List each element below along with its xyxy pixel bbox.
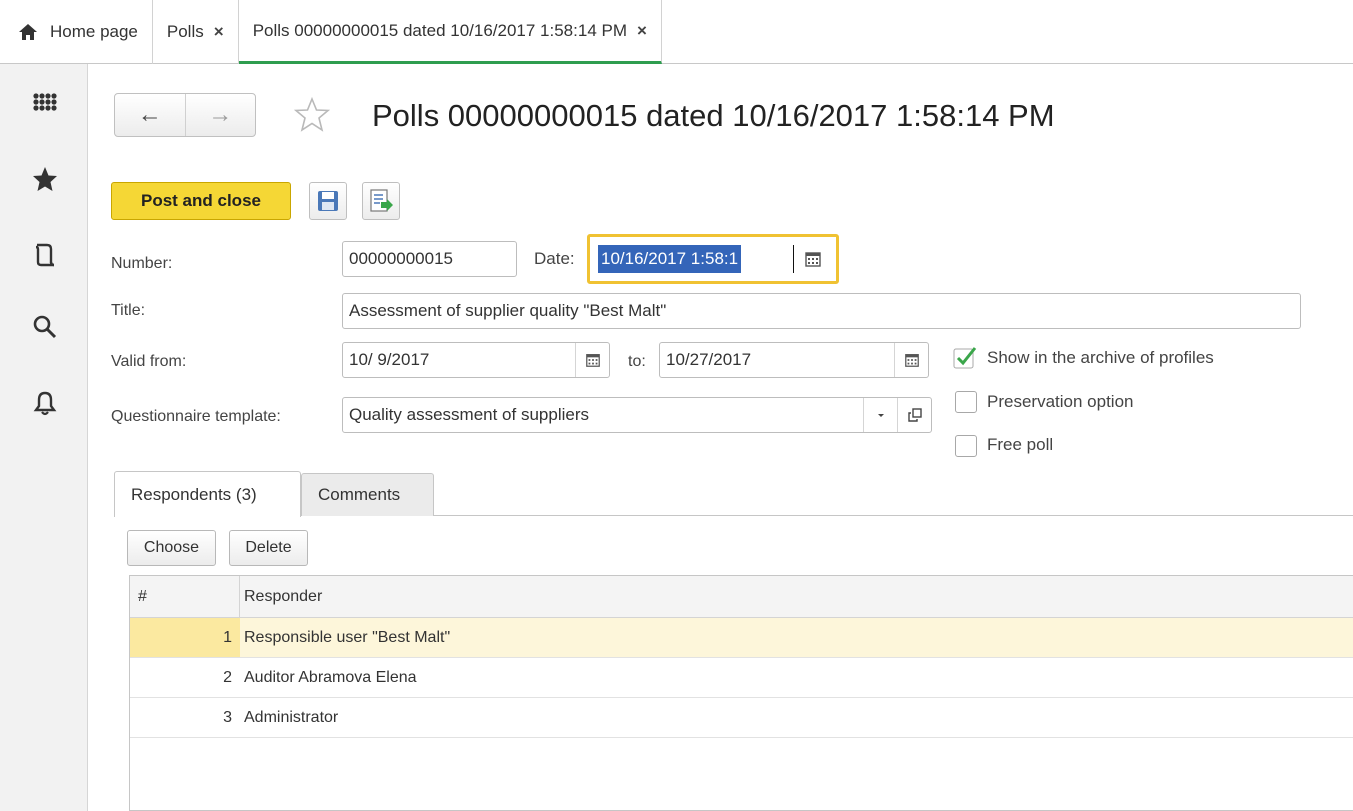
number-field[interactable]: 00000000015 xyxy=(342,241,517,277)
back-button[interactable]: ← xyxy=(115,94,185,136)
tab-home-label: Home page xyxy=(50,22,138,41)
template-open-button[interactable] xyxy=(897,398,931,432)
to-label: to: xyxy=(628,353,646,370)
document-form: ← → Polls 00000000015 dated 10/16/2017 1… xyxy=(89,65,1353,811)
tab-polls-close-icon[interactable]: × xyxy=(214,22,224,42)
row-number: 1 xyxy=(130,618,240,657)
forward-button[interactable]: → xyxy=(184,94,256,136)
free-poll-label[interactable]: Free poll xyxy=(987,435,1053,455)
tab-polls-label: Polls xyxy=(166,22,204,41)
calendar-icon xyxy=(585,354,600,367)
tab-respondents[interactable]: Respondents (3) xyxy=(114,471,301,517)
show-in-archive-checkbox[interactable] xyxy=(953,346,977,369)
apps-grid-icon[interactable] xyxy=(32,92,58,118)
row-responder: Auditor Abramova Elena xyxy=(244,668,417,686)
tab-home-page[interactable]: Home page xyxy=(0,0,153,64)
row-number: 3 xyxy=(223,708,232,726)
table-row[interactable]: 1 Responsible user "Best Malt" xyxy=(130,618,1353,658)
date-field[interactable]: 10/16/2017 1:58:1 xyxy=(587,234,839,284)
history-navigation: ← → xyxy=(114,93,256,137)
open-form-icon xyxy=(907,408,922,422)
valid-from-value: 10/ 9/2017 xyxy=(349,350,430,369)
title-label: Title: xyxy=(111,302,146,319)
notifications-bell-icon[interactable] xyxy=(32,390,58,416)
row-responder: Administrator xyxy=(244,708,339,726)
column-header-number[interactable]: # xyxy=(130,576,240,617)
valid-to-calendar-button[interactable] xyxy=(894,343,928,377)
checkmark-icon xyxy=(953,347,977,369)
save-button[interactable] xyxy=(309,182,347,220)
questionnaire-template-label: Questionnaire template: xyxy=(111,408,281,425)
calendar-icon[interactable] xyxy=(804,250,822,268)
template-dropdown-button[interactable] xyxy=(863,398,897,432)
favorites-star-icon[interactable] xyxy=(32,166,58,192)
valid-from-field[interactable]: 10/ 9/2017 xyxy=(342,342,610,378)
floppy-disk-icon xyxy=(318,191,338,211)
number-value: 00000000015 xyxy=(349,249,454,268)
choose-button[interactable]: Choose xyxy=(127,530,216,566)
title-field[interactable]: Assessment of supplier quality "Best Mal… xyxy=(342,293,1301,329)
preservation-option-label[interactable]: Preservation option xyxy=(987,392,1133,412)
search-icon[interactable] xyxy=(32,314,58,340)
tab-polls[interactable]: Polls × xyxy=(153,0,239,64)
sidebar xyxy=(0,64,88,811)
free-poll-checkbox[interactable] xyxy=(955,435,977,457)
valid-to-field[interactable]: 10/27/2017 xyxy=(659,342,929,378)
date-label: Date: xyxy=(534,249,575,268)
valid-from-label: Valid from: xyxy=(111,353,187,370)
table-row[interactable]: 3 Administrator xyxy=(130,698,1353,738)
calendar-icon xyxy=(904,354,919,367)
history-icon[interactable] xyxy=(32,242,58,268)
table-row[interactable]: 2 Auditor Abramova Elena xyxy=(130,658,1353,698)
tab-bar: Home page Polls × Polls 00000000015 date… xyxy=(0,0,1353,64)
questionnaire-template-field[interactable]: Quality assessment of suppliers xyxy=(342,397,932,433)
questionnaire-template-value: Quality assessment of suppliers xyxy=(349,405,589,424)
title-value: Assessment of supplier quality "Best Mal… xyxy=(349,301,667,320)
respondents-table: # Responder 1 Responsible user "Best Mal… xyxy=(129,575,1353,811)
row-responder: Responsible user "Best Malt" xyxy=(244,628,451,646)
show-in-archive-label[interactable]: Show in the archive of profiles xyxy=(987,348,1214,368)
valid-to-value: 10/27/2017 xyxy=(666,350,752,369)
form-tab-strip: Respondents (3) Comments xyxy=(114,471,1353,517)
post-and-close-button[interactable]: Post and close xyxy=(111,182,291,220)
row-number: 2 xyxy=(223,668,232,686)
tab-poll-document[interactable]: Polls 00000000015 dated 10/16/2017 1:58:… xyxy=(238,0,662,64)
post-document-icon xyxy=(370,189,393,212)
text-cursor xyxy=(793,245,794,273)
number-label: Number: xyxy=(111,255,173,272)
column-header-responder[interactable]: Responder xyxy=(244,576,322,617)
post-document-button[interactable] xyxy=(362,182,400,220)
valid-from-calendar-button[interactable] xyxy=(575,343,609,377)
table-header: # Responder xyxy=(130,576,1353,618)
tab-comments[interactable]: Comments xyxy=(301,473,434,516)
home-icon xyxy=(19,24,37,40)
preservation-option-checkbox[interactable] xyxy=(955,391,977,413)
add-to-favorites-star-icon[interactable] xyxy=(294,97,330,133)
tab-doc-label: Polls 00000000015 dated 10/16/2017 1:58:… xyxy=(252,20,627,40)
date-value: 10/16/2017 1:58:1 xyxy=(598,245,742,273)
chevron-down-icon xyxy=(877,414,884,417)
page-title: Polls 00000000015 dated 10/16/2017 1:58:… xyxy=(372,98,1055,133)
tab-doc-close-icon[interactable]: × xyxy=(637,21,647,41)
delete-button[interactable]: Delete xyxy=(229,530,308,566)
